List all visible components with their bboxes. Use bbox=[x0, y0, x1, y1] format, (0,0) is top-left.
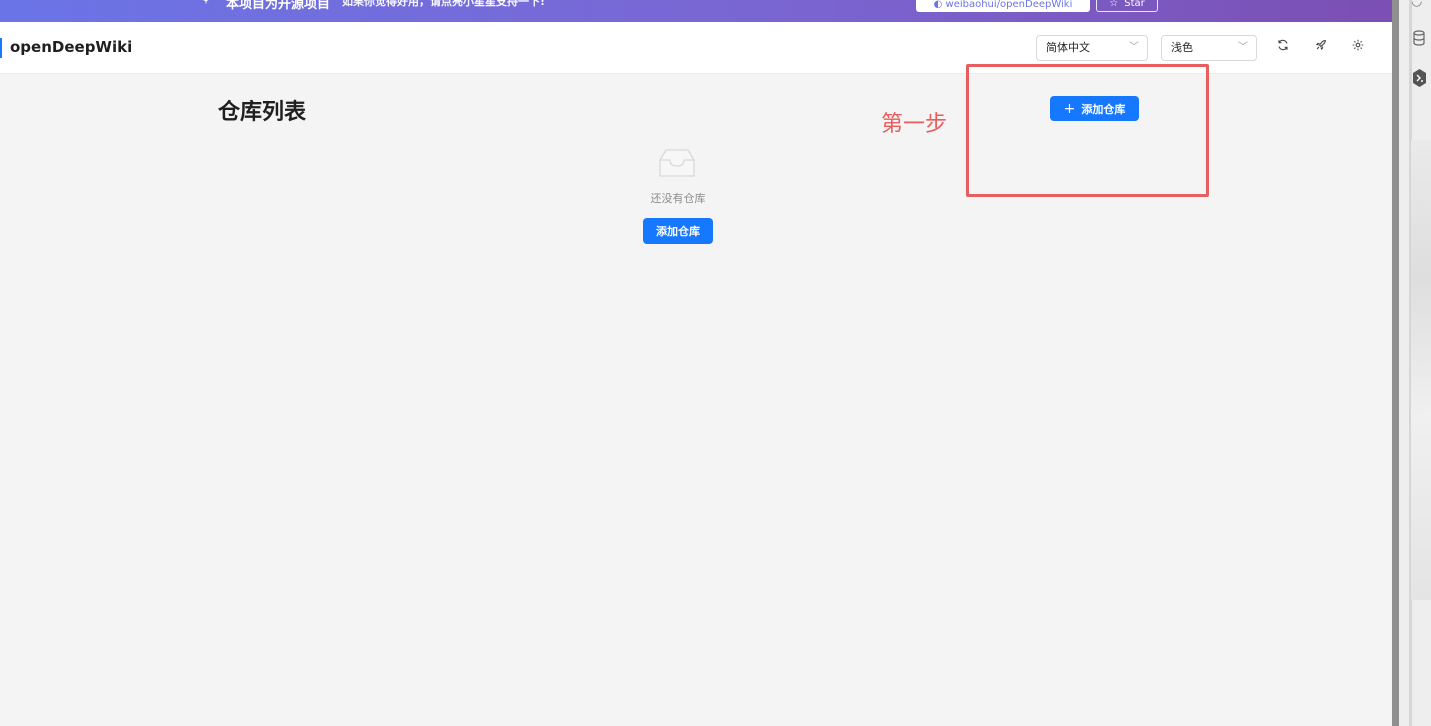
database-icon[interactable] bbox=[1412, 30, 1426, 50]
language-select-value: 简体中文 bbox=[1046, 41, 1090, 54]
github-repo-label: weibaohui/openDeepWiki bbox=[945, 0, 1073, 10]
banner-title: 本项目为开源项目 bbox=[226, 0, 331, 12]
page-title: 仓库列表 bbox=[218, 100, 307, 125]
annotation-highlight-box bbox=[966, 64, 1209, 197]
empty-add-repository-button[interactable]: 添加仓库 bbox=[643, 218, 713, 244]
app-logo[interactable]: openDeepWiki bbox=[10, 38, 132, 56]
star-label: Star bbox=[1124, 0, 1145, 9]
settings-icon[interactable] bbox=[1350, 39, 1366, 55]
browser-side-panel: ◡ bbox=[1392, 0, 1431, 726]
extension-icon[interactable] bbox=[1412, 68, 1427, 92]
sidebar-tool-icon[interactable]: ◡ bbox=[1411, 0, 1422, 9]
side-panel-background bbox=[1411, 140, 1431, 600]
chevron-down-icon: ﹀ bbox=[1129, 42, 1139, 53]
announcement-banner: ⚘ 本项目为开源项目 如果你觉得好用，请点亮小星星支持一下! ◐ weibaoh… bbox=[0, 0, 1392, 22]
chevron-down-icon: ﹀ bbox=[1238, 42, 1248, 53]
empty-inbox-icon bbox=[656, 146, 698, 180]
logo-accent-bar bbox=[0, 38, 2, 58]
scrollbar-track[interactable] bbox=[1392, 0, 1399, 726]
open-source-icon: ⚘ bbox=[200, 0, 212, 8]
theme-select-value: 浅色 bbox=[1171, 41, 1193, 54]
star-icon: ☆ bbox=[1109, 0, 1119, 9]
app-viewport: ⚘ 本项目为开源项目 如果你觉得好用，请点亮小星星支持一下! ◐ weibaoh… bbox=[0, 0, 1392, 726]
star-button[interactable]: ☆ Star bbox=[1096, 0, 1158, 12]
language-select[interactable]: 简体中文 ﹀ bbox=[1036, 35, 1148, 61]
rocket-icon[interactable] bbox=[1313, 39, 1329, 55]
empty-state-text: 还没有仓库 bbox=[650, 192, 706, 205]
banner-description: 如果你觉得好用，请点亮小星星支持一下! bbox=[342, 0, 546, 8]
theme-select[interactable]: 浅色 ﹀ bbox=[1161, 35, 1257, 61]
annotation-step-label: 第一步 bbox=[881, 112, 948, 137]
github-icon: ◐ bbox=[933, 0, 946, 10]
github-repo-button[interactable]: ◐ weibaohui/openDeepWiki bbox=[916, 0, 1090, 12]
refresh-icon[interactable] bbox=[1275, 39, 1291, 55]
